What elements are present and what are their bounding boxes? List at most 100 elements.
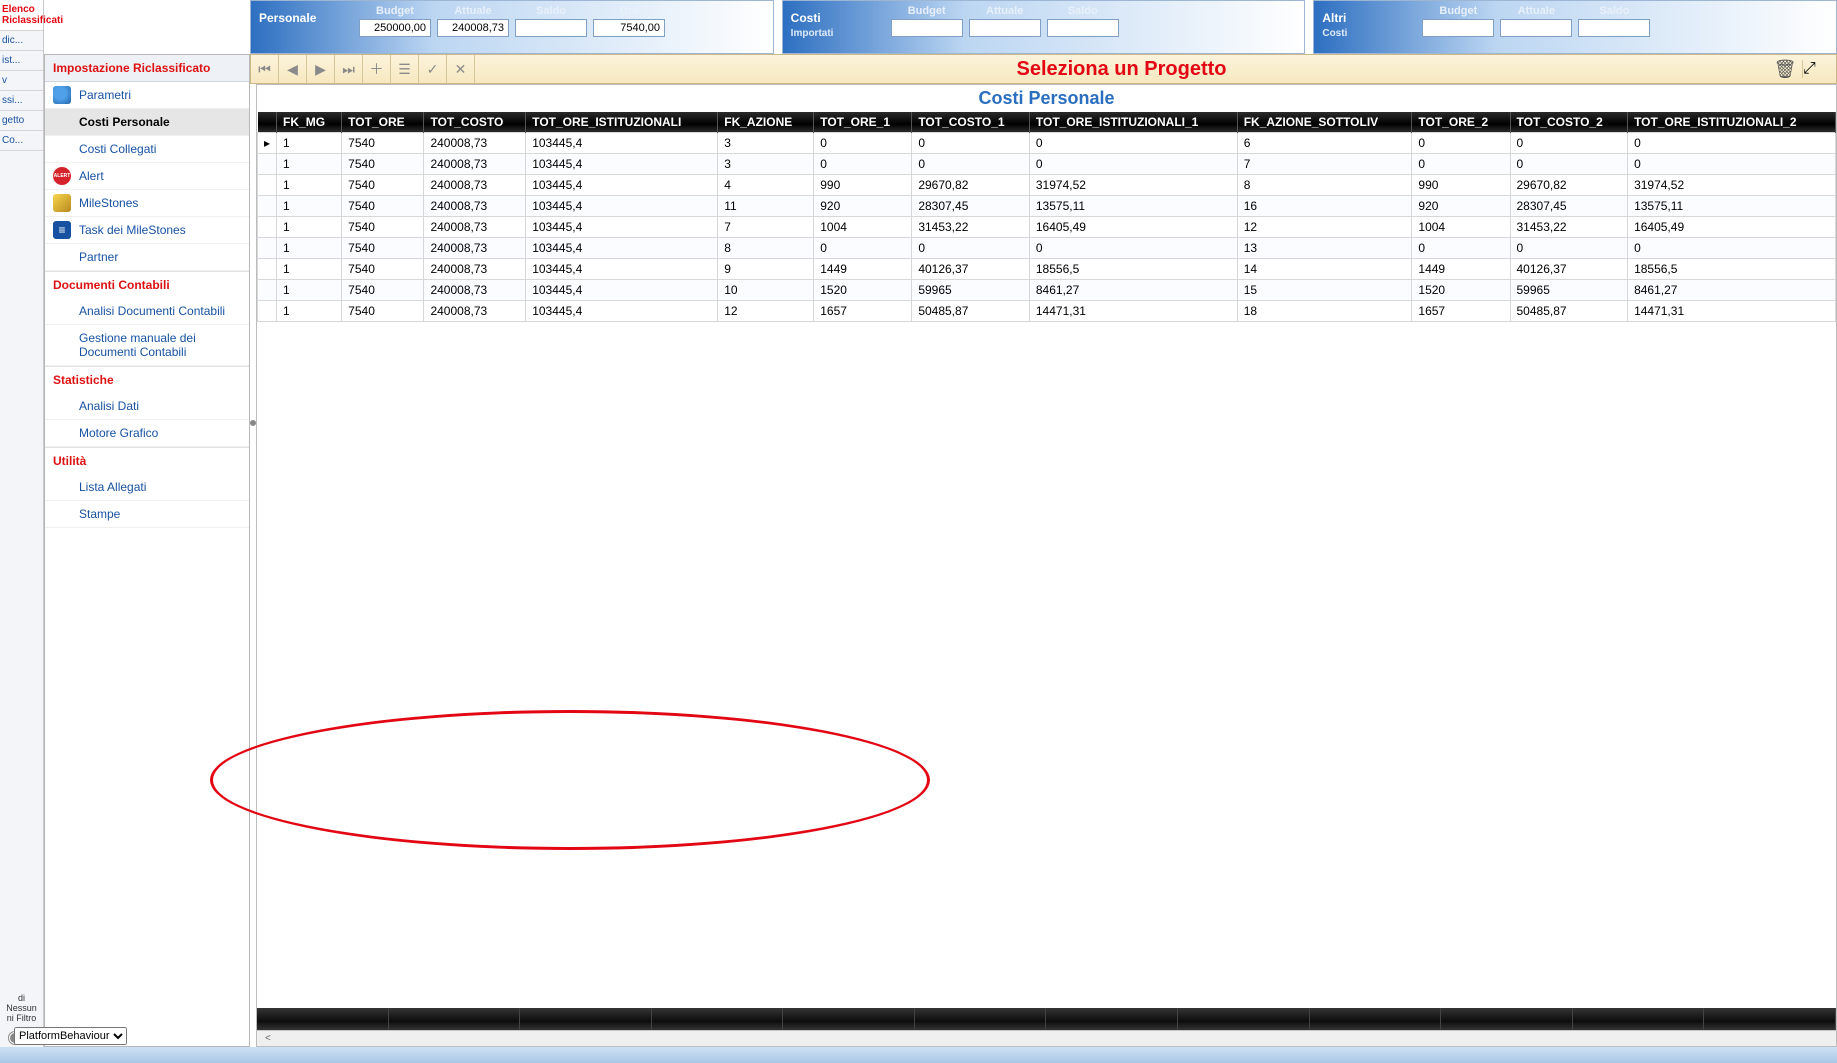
cell[interactable]: 15 xyxy=(1237,280,1412,301)
cell[interactable]: 50485,87 xyxy=(1510,301,1628,322)
cell[interactable]: 0 xyxy=(912,133,1030,154)
cell[interactable]: 240008,73 xyxy=(424,217,526,238)
nav-next-button[interactable]: ▶ xyxy=(307,55,335,83)
cell[interactable]: 240008,73 xyxy=(424,175,526,196)
cell[interactable]: 240008,73 xyxy=(424,238,526,259)
table-row[interactable]: 17540240008,73103445,4800013000 xyxy=(258,238,1836,259)
cell[interactable]: 7540 xyxy=(342,175,424,196)
cell[interactable]: 0 xyxy=(912,154,1030,175)
delete-button[interactable]: 🗑 xyxy=(1768,59,1802,80)
cell[interactable]: 0 xyxy=(1029,238,1237,259)
cell[interactable]: 7 xyxy=(718,217,814,238)
cell[interactable]: 50485,87 xyxy=(912,301,1030,322)
cell[interactable]: 1520 xyxy=(814,280,912,301)
cell[interactable]: 10 xyxy=(718,280,814,301)
cell[interactable]: 103445,4 xyxy=(526,133,718,154)
cell[interactable]: 3 xyxy=(718,133,814,154)
sidebar-item[interactable]: Analisi Documenti Contabili xyxy=(45,298,249,325)
cell[interactable]: 1 xyxy=(277,238,342,259)
cell[interactable]: 31453,22 xyxy=(912,217,1030,238)
sidebar-item[interactable]: Partner xyxy=(45,244,249,271)
summary-input[interactable] xyxy=(1500,19,1572,37)
cell[interactable]: 990 xyxy=(814,175,912,196)
expand-button[interactable]: ⤢ xyxy=(1802,60,1836,78)
cell[interactable]: 13575,11 xyxy=(1628,196,1836,217)
cell[interactable]: 31974,52 xyxy=(1029,175,1237,196)
cell[interactable]: 31974,52 xyxy=(1628,175,1836,196)
cell[interactable]: 1 xyxy=(277,280,342,301)
cell[interactable]: 1 xyxy=(277,196,342,217)
sidebar-item[interactable]: Gestione manuale dei Documenti Contabili xyxy=(45,325,249,366)
cell[interactable]: 29670,82 xyxy=(912,175,1030,196)
cell[interactable]: 18 xyxy=(1237,301,1412,322)
rail-tab-3[interactable]: ssi... xyxy=(0,91,43,111)
cell[interactable]: 31453,22 xyxy=(1510,217,1628,238)
cell[interactable]: 1 xyxy=(277,175,342,196)
cell[interactable]: 0 xyxy=(1628,238,1836,259)
summary-input[interactable] xyxy=(515,19,587,37)
cell[interactable]: 0 xyxy=(1029,133,1237,154)
sidebar-item[interactable]: Costi Collegati xyxy=(45,136,249,163)
cell[interactable]: 7540 xyxy=(342,196,424,217)
list-button[interactable]: ☰ xyxy=(391,55,419,83)
cell[interactable]: 240008,73 xyxy=(424,280,526,301)
cell[interactable]: 1004 xyxy=(814,217,912,238)
cell[interactable]: 1 xyxy=(277,301,342,322)
table-row[interactable]: 17540240008,73103445,4101520599658461,27… xyxy=(258,280,1836,301)
cell[interactable]: 0 xyxy=(1628,154,1836,175)
cancel-button[interactable]: ✕ xyxy=(447,55,475,83)
cell[interactable]: 59965 xyxy=(1510,280,1628,301)
cell[interactable]: 13 xyxy=(1237,238,1412,259)
add-record-button[interactable]: ＋ xyxy=(363,55,391,83)
nav-prev-button[interactable]: ◀ xyxy=(279,55,307,83)
sidebar-item[interactable]: Analisi Dati xyxy=(45,393,249,420)
cell[interactable]: 240008,73 xyxy=(424,133,526,154)
cell[interactable]: 240008,73 xyxy=(424,259,526,280)
summary-input[interactable] xyxy=(891,19,963,37)
column-header[interactable]: TOT_ORE_ISTITUZIONALI_1 xyxy=(1029,112,1237,133)
cell[interactable]: 40126,37 xyxy=(1510,259,1628,280)
cell[interactable]: 1 xyxy=(277,133,342,154)
cell[interactable]: 103445,4 xyxy=(526,280,718,301)
sidebar-item[interactable]: Parametri xyxy=(45,82,249,109)
grid-hscroll[interactable]: < xyxy=(257,1030,1836,1046)
cell[interactable]: 103445,4 xyxy=(526,217,718,238)
cell[interactable]: 28307,45 xyxy=(1510,196,1628,217)
cell[interactable]: 14471,31 xyxy=(1628,301,1836,322)
platform-behaviour-select[interactable]: PlatformBehaviour xyxy=(14,1027,127,1045)
cell[interactable]: 16405,49 xyxy=(1628,217,1836,238)
cell[interactable]: 1449 xyxy=(814,259,912,280)
cell[interactable]: 103445,4 xyxy=(526,259,718,280)
cell[interactable]: 103445,4 xyxy=(526,154,718,175)
column-header[interactable]: FK_MG xyxy=(277,112,342,133)
cell[interactable]: 12 xyxy=(718,301,814,322)
cell[interactable]: 18556,5 xyxy=(1029,259,1237,280)
column-header[interactable]: TOT_ORE_2 xyxy=(1412,112,1510,133)
cell[interactable]: 8 xyxy=(718,238,814,259)
cell[interactable]: 12 xyxy=(1237,217,1412,238)
summary-input[interactable] xyxy=(437,19,509,37)
cell[interactable]: 8461,27 xyxy=(1628,280,1836,301)
column-header[interactable]: FK_AZIONE_SOTTOLIV xyxy=(1237,112,1412,133)
cell[interactable]: 7540 xyxy=(342,238,424,259)
cell[interactable]: 7540 xyxy=(342,280,424,301)
cell[interactable]: 7540 xyxy=(342,217,424,238)
table-row[interactable]: 17540240008,73103445,47100431453,2216405… xyxy=(258,217,1836,238)
table-row[interactable]: 17540240008,73103445,4499029670,8231974,… xyxy=(258,175,1836,196)
summary-input[interactable] xyxy=(593,19,665,37)
column-header[interactable]: TOT_ORE_1 xyxy=(814,112,912,133)
table-row[interactable]: 17540240008,73103445,41192028307,4513575… xyxy=(258,196,1836,217)
cell[interactable]: 14 xyxy=(1237,259,1412,280)
table-row[interactable]: ▸17540240008,73103445,430006000 xyxy=(258,133,1836,154)
splitter-handle[interactable] xyxy=(250,420,256,426)
cell[interactable]: 1 xyxy=(277,154,342,175)
cell[interactable]: 16405,49 xyxy=(1029,217,1237,238)
cell[interactable]: 40126,37 xyxy=(912,259,1030,280)
sidebar-item[interactable]: MileStones xyxy=(45,190,249,217)
cell[interactable]: 1004 xyxy=(1412,217,1510,238)
sidebar-item[interactable]: Lista Allegati xyxy=(45,474,249,501)
cell[interactable]: 1520 xyxy=(1412,280,1510,301)
cell[interactable]: 240008,73 xyxy=(424,196,526,217)
cell[interactable]: 103445,4 xyxy=(526,238,718,259)
column-header[interactable]: FK_AZIONE xyxy=(718,112,814,133)
